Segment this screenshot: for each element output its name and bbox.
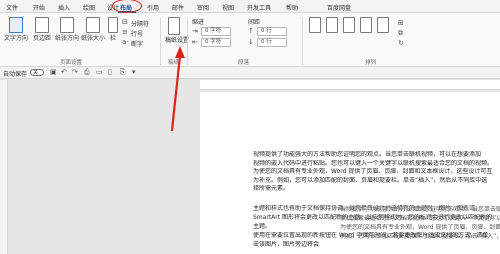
draft-settings-button[interactable]: 稿纸设置 [165,17,189,44]
tab-draw[interactable]: 绘图 [83,3,95,12]
breaks-button[interactable]: 分隔符 [131,19,149,28]
autosave-label: 自动保存 [3,71,28,78]
line-numbers-button[interactable]: 行号 [131,29,143,38]
rotate-icon[interactable]: ↻ [398,39,404,47]
group-separator [302,17,303,65]
indent-left-field[interactable]: 0 字符 [201,27,231,36]
wrap-text-icon [326,17,338,33]
tab-references[interactable]: 引用 [147,3,159,12]
paper-size-icon [86,17,100,33]
draft-paper-icon [168,17,180,35]
bring-forward-button[interactable] [342,17,356,35]
tab-developer[interactable]: 开发工具 [247,3,271,12]
spacing-label: 间距 [248,19,261,26]
spacing-before-icon: ↑ [248,27,254,35]
indent-left-icon: ⇥ [192,27,198,35]
tab-home[interactable]: 开始 [33,3,45,12]
drag-ghost-line: 视频提供了功能强大的方法帮助您证明您的观点。当您单击联机视频，可以 [340,206,500,215]
redo-icon[interactable]: ↷ [72,68,78,76]
tab-view[interactable]: 视图 [222,3,234,12]
margins-icon [35,17,49,33]
selection-pane-icon [377,17,389,33]
drag-ghost-line: 为使您的文档具有专业外观，Word 提供了页眉、页脚、封面和文本框设计， [340,224,500,231]
new-document-icon[interactable]: ▯ [108,68,112,76]
page-setup-group-label: 页面设置 [60,60,83,66]
tab-help[interactable]: 帮助 [286,3,298,12]
document-line: 击该图片，图片旁边将会 [253,241,320,248]
hyphenation-icon: a- [122,38,129,46]
document-line: 为使您的文档具有专业外观，Word 提供了页眉、页脚、封面和文本框设计，这些设计… [253,168,493,175]
quick-access-toolbar: 自动保存 关 ▣ ↶ ↷ ⎙ ▭ ▯ ⎘ ▾ [0,67,500,79]
highlight-ellipse [112,0,142,13]
align-icon[interactable]: ⊞ [398,19,404,27]
spacing-after-field[interactable]: 0 行 [257,38,287,47]
tab-baidu-netdisk[interactable]: 百度网盘 [327,3,351,12]
line-numbers-icon: ≡ [122,28,128,36]
spacing-before-field[interactable]: 0 行 [257,27,287,36]
vertical-ruler [0,80,8,254]
customize-toolbar-icon[interactable]: ▾ [132,68,136,76]
print-preview-icon[interactable]: ⎙ [84,68,90,77]
open-icon[interactable]: ▭ [96,68,103,76]
orientation-icon [60,17,74,33]
autosave-state: 关 [33,70,39,76]
orientation-button[interactable]: 纸张方向 [54,17,80,42]
position-icon [309,17,321,33]
indent-label: 缩进 [192,19,205,26]
undo-icon[interactable]: ↶ [61,68,67,76]
margins-button[interactable]: 页边距 [30,17,54,42]
hyphenation-button[interactable]: 断字 [131,39,143,48]
columns-button[interactable]: 栏 [106,17,120,42]
text-direction-button[interactable]: 文字方向 [3,17,29,42]
indent-right-field[interactable]: 0 字符 [201,38,231,47]
ribbon-tab-bar: 文件 开始 插入 绘图 设计 布局 引用 邮件 审阅 视图 开发工具 帮助 百度… [0,0,500,13]
group-separator [187,17,188,65]
wrap-text-button[interactable] [325,17,339,35]
bring-forward-icon [343,17,355,33]
send-backward-icon [360,17,372,33]
document-line: 择所需元素。 [253,185,290,192]
paragraph-group-label: 段落 [238,60,250,66]
columns-icon [108,17,118,33]
tab-review[interactable]: 审阅 [197,3,209,12]
group-separator [160,17,161,65]
breaks-icon: ⊟ [122,18,128,26]
position-button[interactable] [308,17,322,35]
send-backward-button[interactable] [359,17,373,35]
tab-file[interactable]: 文件 [6,3,18,12]
print-icon[interactable]: ⎘ [120,68,126,77]
text-direction-icon [9,17,23,33]
size-button[interactable]: 纸张大小 [80,17,106,42]
drag-ghost-line: 联机搜索最适合您的文档的视频。您也可以键入一个关键字以联机搜索最适合 [340,215,500,222]
group-icon[interactable]: ⧉ [398,29,403,38]
selection-pane-button[interactable] [376,17,390,35]
drag-ghost-line: 例如，您可以添加匹配的封面、页眉和提要栏。单击“插入”，然后 [340,233,500,240]
horizontal-ruler [200,80,500,90]
tab-insert[interactable]: 插入 [58,3,70,12]
draft-group-label: 稿纸 [168,60,180,66]
spacing-after-icon: ↓ [248,38,254,46]
indent-right-icon: ⇤ [192,38,198,46]
tab-mailings[interactable]: 邮件 [172,3,184,12]
document-line: 视频提供了功能强大的方法帮助您证明您的观点。当您单击联机视频，可以在想要添加 [253,151,482,158]
arrange-group-label: 排列 [365,60,377,66]
save-icon[interactable]: ▣ [50,68,57,76]
ribbon-layout: 文字方向 页边距 纸张方向 纸张大小 栏 ⊟ 分隔符 ≡ 行号 a- 断字 页面… [0,13,500,67]
